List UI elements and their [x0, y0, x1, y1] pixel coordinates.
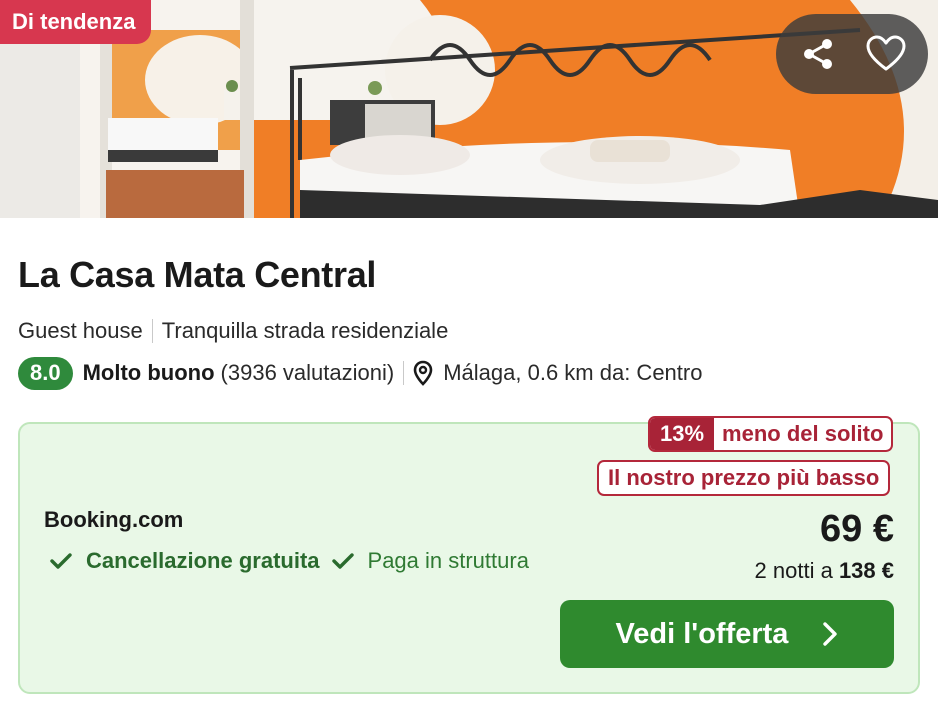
favorite-button[interactable]: [856, 24, 916, 84]
divider: [403, 361, 405, 385]
share-button[interactable]: [788, 24, 848, 84]
discount-tag: 13% meno del solito: [648, 416, 894, 452]
chevron-right-icon: [823, 622, 838, 646]
review-score-badge: 8.0: [18, 356, 73, 390]
feature-label: Cancellazione gratuita: [86, 548, 320, 573]
rating-label: Molto buono: [82, 360, 215, 385]
heart-outline-icon: [866, 35, 906, 71]
hotel-subline: Guest house Tranquilla strada residenzia…: [18, 318, 448, 344]
street-info: Tranquilla strada residenziale: [161, 318, 449, 343]
nightly-price: 69 €: [820, 508, 894, 550]
check-icon: [331, 552, 354, 570]
property-type: Guest house: [18, 318, 143, 343]
trending-badge: Di tendenza: [0, 0, 152, 44]
divider: [151, 319, 153, 343]
offer-features: Cancellazione gratuita Paga in struttura: [50, 546, 541, 576]
discount-percent: 13%: [650, 418, 715, 450]
location-text[interactable]: Málaga, 0.6 km da: Centro: [443, 360, 702, 386]
feature-label: Paga in struttura: [367, 548, 529, 573]
feature-pay-at-property: Paga in struttura: [331, 548, 529, 574]
discount-text: meno del solito: [722, 421, 884, 446]
share-icon: [804, 39, 832, 69]
total-price: 2 notti a 138 €: [755, 558, 894, 584]
review-count[interactable]: (3936 valutazioni): [221, 360, 395, 386]
hotel-name[interactable]: La Casa Mata Central: [18, 254, 376, 296]
total-prefix: 2 notti a: [754, 558, 833, 583]
total-amount: 138 €: [838, 558, 894, 583]
map-pin-icon: [413, 360, 433, 386]
hotel-photo[interactable]: Di tendenza: [0, 0, 938, 218]
feature-free-cancellation: Cancellazione gratuita: [50, 548, 320, 574]
lowest-price-tag: Il nostro prezzo più basso: [597, 460, 891, 496]
provider-name: Booking.com: [44, 507, 184, 532]
cta-label: Vedi l'offerta: [615, 617, 789, 650]
view-offer-button[interactable]: Vedi l'offerta: [560, 600, 894, 668]
rating-row: 8.0 Molto buono (3936 valutazioni) Málag…: [18, 356, 702, 390]
photo-actions: [776, 14, 928, 94]
check-icon: [50, 552, 72, 570]
